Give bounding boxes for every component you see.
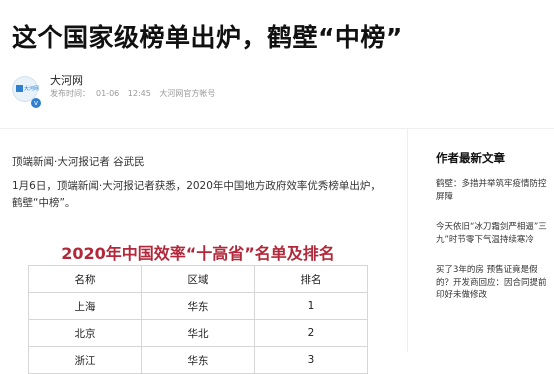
publish-time: 12:45 [127, 89, 151, 98]
cell-rank: 3 [254, 346, 368, 374]
verified-badge-icon: v [31, 98, 41, 108]
avatar-label: 大河网 [24, 86, 40, 92]
header-rank: 排名 [254, 265, 368, 293]
account-type: 大河网官方帐号 [159, 89, 216, 98]
cell-name: 北京 [28, 319, 142, 347]
author-avatar[interactable]: 大河网 v [12, 76, 41, 108]
column-divider [407, 129, 408, 352]
cell-rank: 2 [254, 319, 368, 347]
publish-date: 01-06 [96, 89, 120, 98]
table-header-row: 名称 区域 排名 [28, 265, 368, 293]
cell-name: 上海 [28, 292, 142, 320]
table-row: 浙江 华东 3 [28, 346, 368, 374]
dahe-logo-icon [16, 85, 23, 92]
sidebar-article-link[interactable]: 买了3年的房 预售证竟是假的？开发商回应：因合同提前印好未做修改 [436, 264, 554, 302]
cell-region: 华东 [141, 346, 255, 374]
publish-label: 发布时间： [50, 89, 90, 98]
table-row: 上海 华东 1 [28, 292, 368, 320]
table-row: 北京 华北 2 [28, 319, 368, 347]
ranking-table: 名称 区域 排名 上海 华东 1 北京 华北 2 浙江 华东 3 [28, 265, 368, 374]
header-region: 区域 [141, 265, 255, 293]
header-divider [0, 128, 554, 129]
cell-region: 华东 [141, 292, 255, 320]
publish-meta: 发布时间： 01-06 12:45 大河网官方帐号 [50, 88, 221, 99]
cell-region: 华北 [141, 319, 255, 347]
table-title: 2020年中国效率“十高省”名单及排名 [61, 244, 335, 263]
sidebar-title: 作者最新文章 [436, 151, 505, 165]
header-name: 名称 [28, 265, 142, 293]
article-paragraph: 1月6日，顶端新闻·大河报记者获悉，2020年中国地方政府效率优秀榜单出炉，鹤壁… [12, 180, 381, 209]
article-byline: 顶端新闻·大河报记者 谷武民 [12, 156, 145, 168]
sidebar-article-link[interactable]: 今天依旧“冰刀霜剑严相逼”三九”时节零下气温持续寒冷 [436, 221, 554, 246]
cell-rank: 1 [254, 292, 368, 320]
author-latest-articles: 作者最新文章 鹤壁：多措并举筑牢疫情防控屏障 今天依旧“冰刀霜剑严相逼”三九”时… [436, 150, 554, 320]
article-title: 这个国家级榜单出炉，鹤壁“中榜” [12, 23, 403, 52]
author-name[interactable]: 大河网 [50, 72, 83, 88]
cell-name: 浙江 [28, 346, 142, 374]
sidebar-article-link[interactable]: 鹤壁：多措并举筑牢疫情防控屏障 [436, 178, 554, 203]
